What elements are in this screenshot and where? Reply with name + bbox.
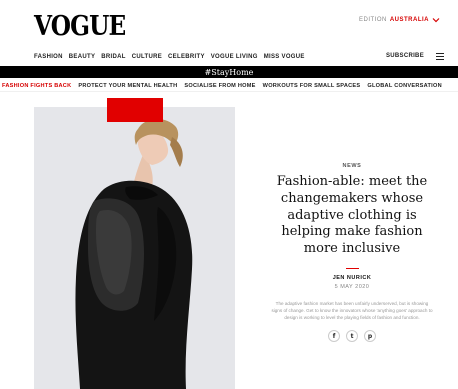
- subnav-item-fashion-fights-back[interactable]: FASHION FIGHTS BACK: [2, 83, 71, 89]
- twitter-icon[interactable]: t: [346, 330, 358, 343]
- article-date: 5 MAY 2020: [334, 284, 370, 291]
- subnav-item-workouts[interactable]: WORKOUTS FOR SMALL SPACES: [263, 83, 361, 89]
- hamburger-menu-icon[interactable]: [436, 53, 444, 60]
- model-illustration: [34, 107, 235, 389]
- main-nav: FASHION BEAUTY BRIDAL CULTURE CELEBRITY …: [0, 50, 458, 64]
- nav-item-bridal[interactable]: BRIDAL: [101, 54, 125, 60]
- nav-item-celebrity[interactable]: CELEBRITY: [168, 54, 205, 60]
- subscribe-link[interactable]: SUBSCRIBE: [386, 53, 424, 59]
- nav-item-vogue-living[interactable]: VOGUE LIVING: [211, 54, 258, 60]
- chevron-down-icon: [432, 18, 440, 23]
- subnav-item-global-conversation[interactable]: GLOBAL CONVERSATION: [367, 83, 441, 89]
- nav-item-fashion[interactable]: FASHION: [34, 54, 63, 60]
- nav-item-beauty[interactable]: BEAUTY: [69, 54, 95, 60]
- vogue-logo[interactable]: VOGUE: [34, 13, 126, 40]
- edition-label: EDITION: [358, 17, 387, 23]
- share-buttons: f t p: [262, 330, 442, 343]
- edition-selector[interactable]: EDITION AUSTRALIA: [359, 17, 440, 23]
- stayhome-banner[interactable]: #StayHome: [0, 66, 458, 78]
- hero-image[interactable]: [34, 107, 235, 389]
- edition-value: AUSTRALIA: [389, 17, 429, 23]
- article-category[interactable]: NEWS: [262, 163, 442, 169]
- red-divider: [345, 267, 359, 270]
- nav-item-culture[interactable]: CULTURE: [132, 54, 162, 60]
- red-accent-bar: [107, 98, 163, 122]
- pinterest-icon[interactable]: p: [364, 330, 376, 343]
- article-excerpt: The adaptive fashion market has been unf…: [271, 301, 433, 321]
- subnav-item-socialise[interactable]: SOCIALISE FROM HOME: [184, 83, 255, 89]
- facebook-icon[interactable]: f: [328, 330, 340, 343]
- article-intro: NEWS Fashion-able: meet the changemakers…: [262, 163, 442, 343]
- article-headline[interactable]: Fashion-able: meet the changemakers whos…: [262, 174, 442, 258]
- nav-item-miss-vogue[interactable]: MISS VOGUE: [264, 54, 305, 60]
- subnav-item-mental-health[interactable]: PROTECT YOUR MENTAL HEALTH: [78, 83, 177, 89]
- sub-nav: FASHION FIGHTS BACK PROTECT YOUR MENTAL …: [0, 80, 458, 92]
- article-author[interactable]: JEN NURICK: [262, 275, 442, 281]
